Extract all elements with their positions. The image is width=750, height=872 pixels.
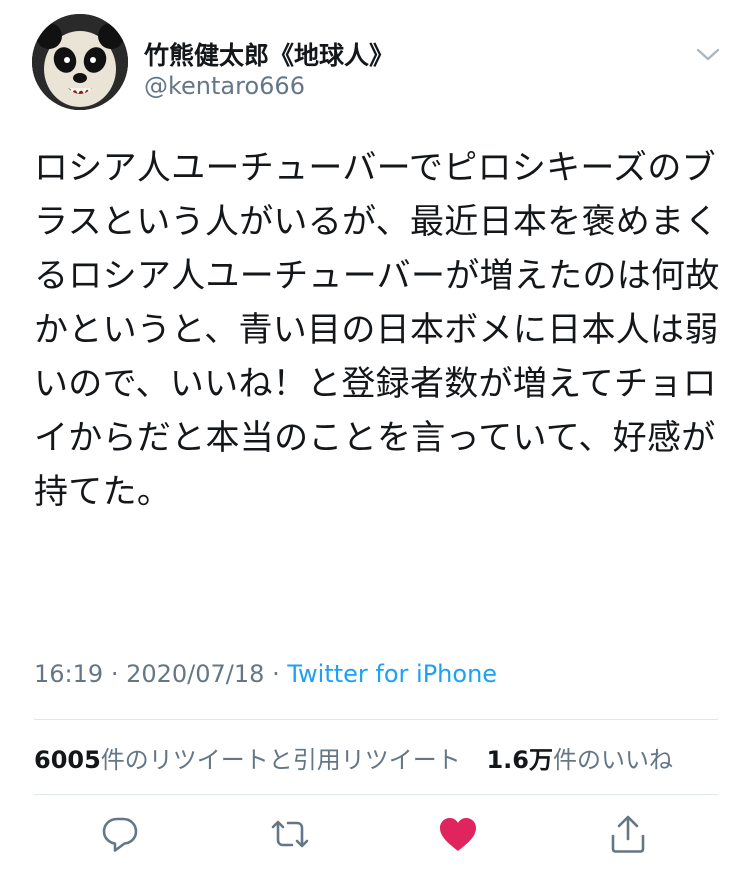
tweet-header: 竹熊健太郎《地球人》 @kentaro666 xyxy=(32,14,722,114)
display-name[interactable]: 竹熊健太郎《地球人》 xyxy=(144,36,394,72)
retweets-stat[interactable]: 6005件のリツイートと引用リツイート xyxy=(34,746,461,774)
action-bar xyxy=(0,812,750,862)
likes-count: 1.6万 xyxy=(486,746,553,774)
tweet-text: ロシア人ユーチューバーでピロシキーズのブラスという人がいるが、最近日本を褒めまく… xyxy=(34,148,720,512)
retweets-label: 件のリツイートと引用リツイート xyxy=(100,746,461,774)
reply-icon[interactable] xyxy=(98,812,142,856)
divider xyxy=(34,794,718,795)
avatar[interactable] xyxy=(32,14,128,110)
retweet-icon[interactable] xyxy=(268,812,312,856)
share-icon[interactable] xyxy=(606,812,650,856)
heart-icon[interactable] xyxy=(436,812,480,856)
tweet-source-link[interactable]: Twitter for iPhone xyxy=(287,660,497,688)
divider xyxy=(34,719,718,720)
likes-stat[interactable]: 1.6万件のいいね xyxy=(486,746,673,774)
retweets-count: 6005 xyxy=(34,746,101,774)
user-handle[interactable]: @kentaro666 xyxy=(144,72,305,100)
chevron-down-icon[interactable] xyxy=(694,44,722,64)
panda-avatar-icon xyxy=(32,14,128,110)
tweet-time: 16:19 xyxy=(34,660,104,688)
tweet-meta: 16:19 · 2020/07/18 · Twitter for iPhone xyxy=(34,660,497,688)
tweet-stats: 6005件のリツイートと引用リツイート 1.6万件のいいね xyxy=(34,740,724,775)
meta-separator: · xyxy=(272,660,280,688)
likes-label: 件のいいね xyxy=(552,746,673,774)
tweet-date: 2020/07/18 xyxy=(126,660,265,688)
meta-separator: · xyxy=(110,660,119,688)
